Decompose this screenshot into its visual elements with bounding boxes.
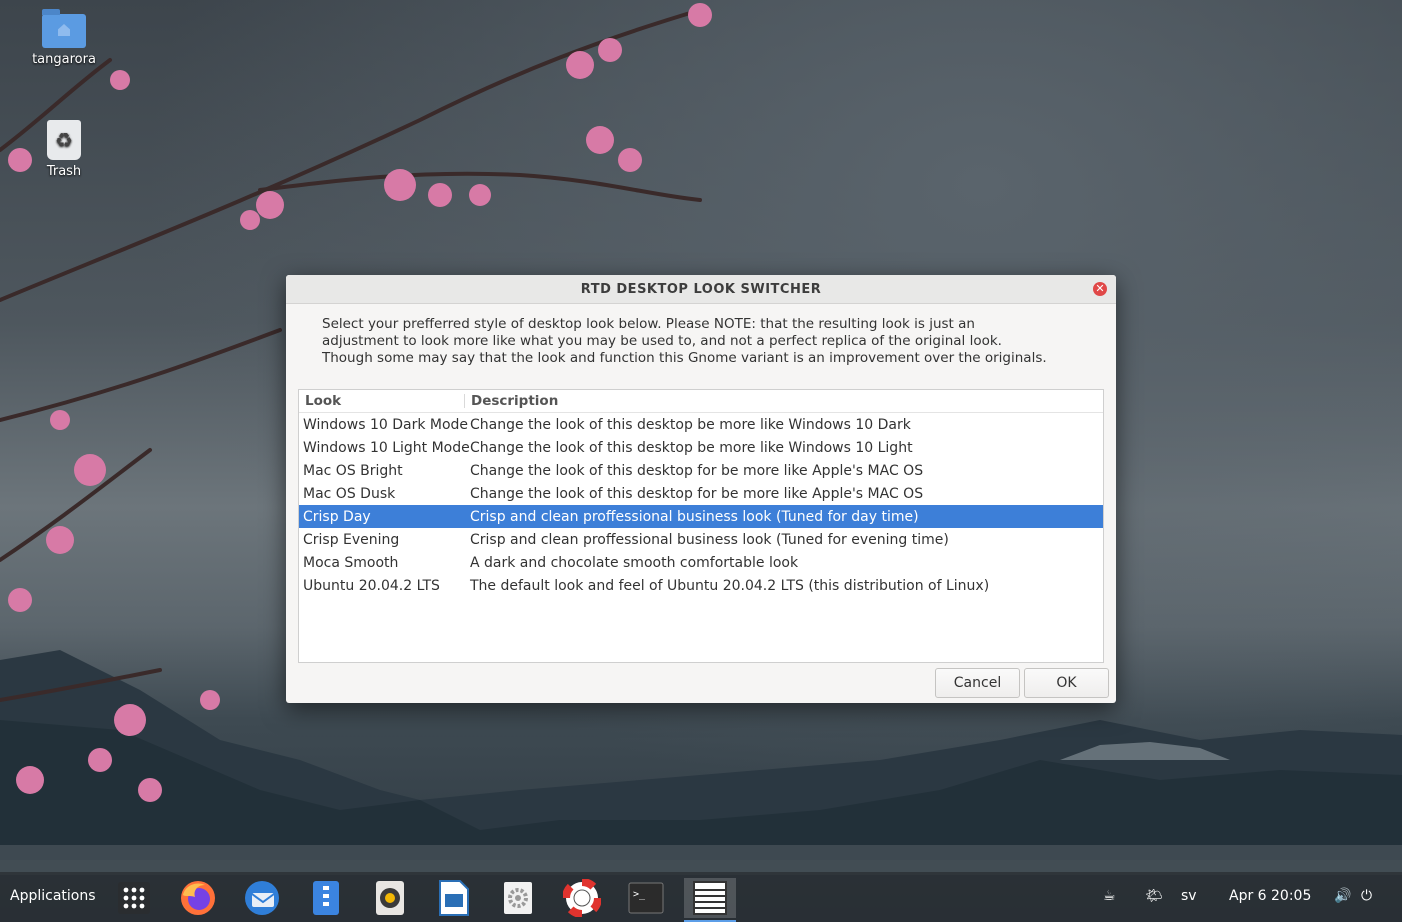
- look-description: Change the look of this desktop be more …: [470, 439, 913, 456]
- thunderbird-icon[interactable]: [242, 878, 282, 918]
- ok-button[interactable]: OK: [1024, 668, 1109, 698]
- list-row[interactable]: Ubuntu 20.04.2 LTS The default look and f…: [299, 574, 1103, 597]
- intro-text: Select your prefferred style of desktop …: [322, 316, 1082, 367]
- look-switcher-dialog: RTD DESKTOP LOOK SWITCHER ✕ Select your …: [286, 275, 1116, 703]
- list-header: Look Description: [299, 390, 1103, 413]
- close-icon[interactable]: ✕: [1093, 282, 1107, 296]
- dialog-title: RTD DESKTOP LOOK SWITCHER: [580, 281, 822, 297]
- look-description: Crisp and clean proffessional business l…: [470, 531, 949, 548]
- look-switcher-icon[interactable]: [684, 878, 736, 922]
- look-name: Windows 10 Dark Mode: [303, 416, 469, 433]
- list-row-selected[interactable]: Crisp Day Crisp and clean proffessional b…: [299, 505, 1103, 528]
- svg-text:>_: >_: [633, 889, 646, 900]
- look-name: Crisp Day: [303, 508, 371, 525]
- look-description: Change the look of this desktop for be m…: [470, 462, 924, 479]
- intro-line: adjustment to look more like what you ma…: [322, 333, 1002, 349]
- trash-icon: [47, 120, 81, 160]
- look-name: Moca Smooth: [303, 554, 399, 571]
- rhythmbox-icon[interactable]: [370, 878, 410, 918]
- libreoffice-impress-icon[interactable]: [434, 878, 474, 918]
- files-icon[interactable]: [306, 878, 346, 918]
- dialog-titlebar[interactable]: RTD DESKTOP LOOK SWITCHER ✕: [286, 275, 1116, 304]
- list-row[interactable]: Moca Smooth A dark and chocolate smooth c…: [299, 551, 1103, 574]
- look-list[interactable]: Look Description Windows 10 Dark Mode Cha…: [298, 389, 1104, 663]
- list-row[interactable]: Mac OS Bright Change the look of this des…: [299, 459, 1103, 482]
- help-icon[interactable]: [562, 878, 602, 918]
- firefox-icon[interactable]: [178, 878, 218, 918]
- terminal-icon[interactable]: >_: [626, 878, 666, 918]
- desktop-icon-label: tangarora: [32, 52, 96, 67]
- column-header-look[interactable]: Look: [299, 394, 465, 408]
- power-icon[interactable]: ⏻: [1361, 888, 1372, 904]
- clock-time[interactable]: 20:05: [1271, 888, 1311, 904]
- settings-icon[interactable]: [498, 878, 538, 918]
- look-description: The default look and feel of Ubuntu 20.0…: [470, 577, 990, 594]
- keyboard-layout-indicator[interactable]: sv: [1181, 888, 1197, 904]
- look-description: A dark and chocolate smooth comfortable …: [470, 554, 799, 571]
- list-row[interactable]: Mac OS Dusk Change the look of this deskt…: [299, 482, 1103, 505]
- column-header-description[interactable]: Description: [465, 393, 558, 409]
- applications-menu[interactable]: Applications: [10, 888, 96, 904]
- list-row[interactable]: Windows 10 Light Mode Change the look of …: [299, 436, 1103, 459]
- intro-line: Though some may say that the look and fu…: [322, 350, 1047, 366]
- desktop-icon-home[interactable]: tangarora: [24, 9, 104, 67]
- list-row[interactable]: Windows 10 Dark Mode Change the look of t…: [299, 413, 1103, 436]
- cancel-button[interactable]: Cancel: [935, 668, 1020, 698]
- weather-icon[interactable]: 🌤: [1145, 888, 1163, 904]
- list-row[interactable]: Crisp Evening Crisp and clean proffession…: [299, 528, 1103, 551]
- look-description: Change the look of this desktop be more …: [470, 416, 911, 433]
- look-name: Windows 10 Light Mode: [303, 439, 470, 456]
- look-name: Ubuntu 20.04.2 LTS: [303, 577, 440, 594]
- desktop-icon-label: Trash: [46, 164, 82, 179]
- look-description: Crisp and clean proffessional business l…: [470, 508, 919, 525]
- look-name: Mac OS Dusk: [303, 485, 396, 502]
- look-name: Crisp Evening: [303, 531, 400, 548]
- volume-icon[interactable]: 🔊: [1334, 888, 1351, 904]
- coffee-icon[interactable]: ☕: [1103, 888, 1116, 904]
- look-name: Mac OS Bright: [303, 462, 403, 479]
- taskbar: Applications >_ ☕ 🌤 sv Apr 6 20:05 🔊 ⏻: [0, 872, 1402, 922]
- clock-date[interactable]: Apr 6: [1229, 888, 1267, 904]
- app-grid-icon[interactable]: [114, 878, 154, 918]
- intro-line: Select your prefferred style of desktop …: [322, 316, 975, 332]
- home-folder-icon: [42, 9, 86, 48]
- desktop-icon-trash[interactable]: Trash: [24, 120, 104, 179]
- look-description: Change the look of this desktop for be m…: [470, 485, 924, 502]
